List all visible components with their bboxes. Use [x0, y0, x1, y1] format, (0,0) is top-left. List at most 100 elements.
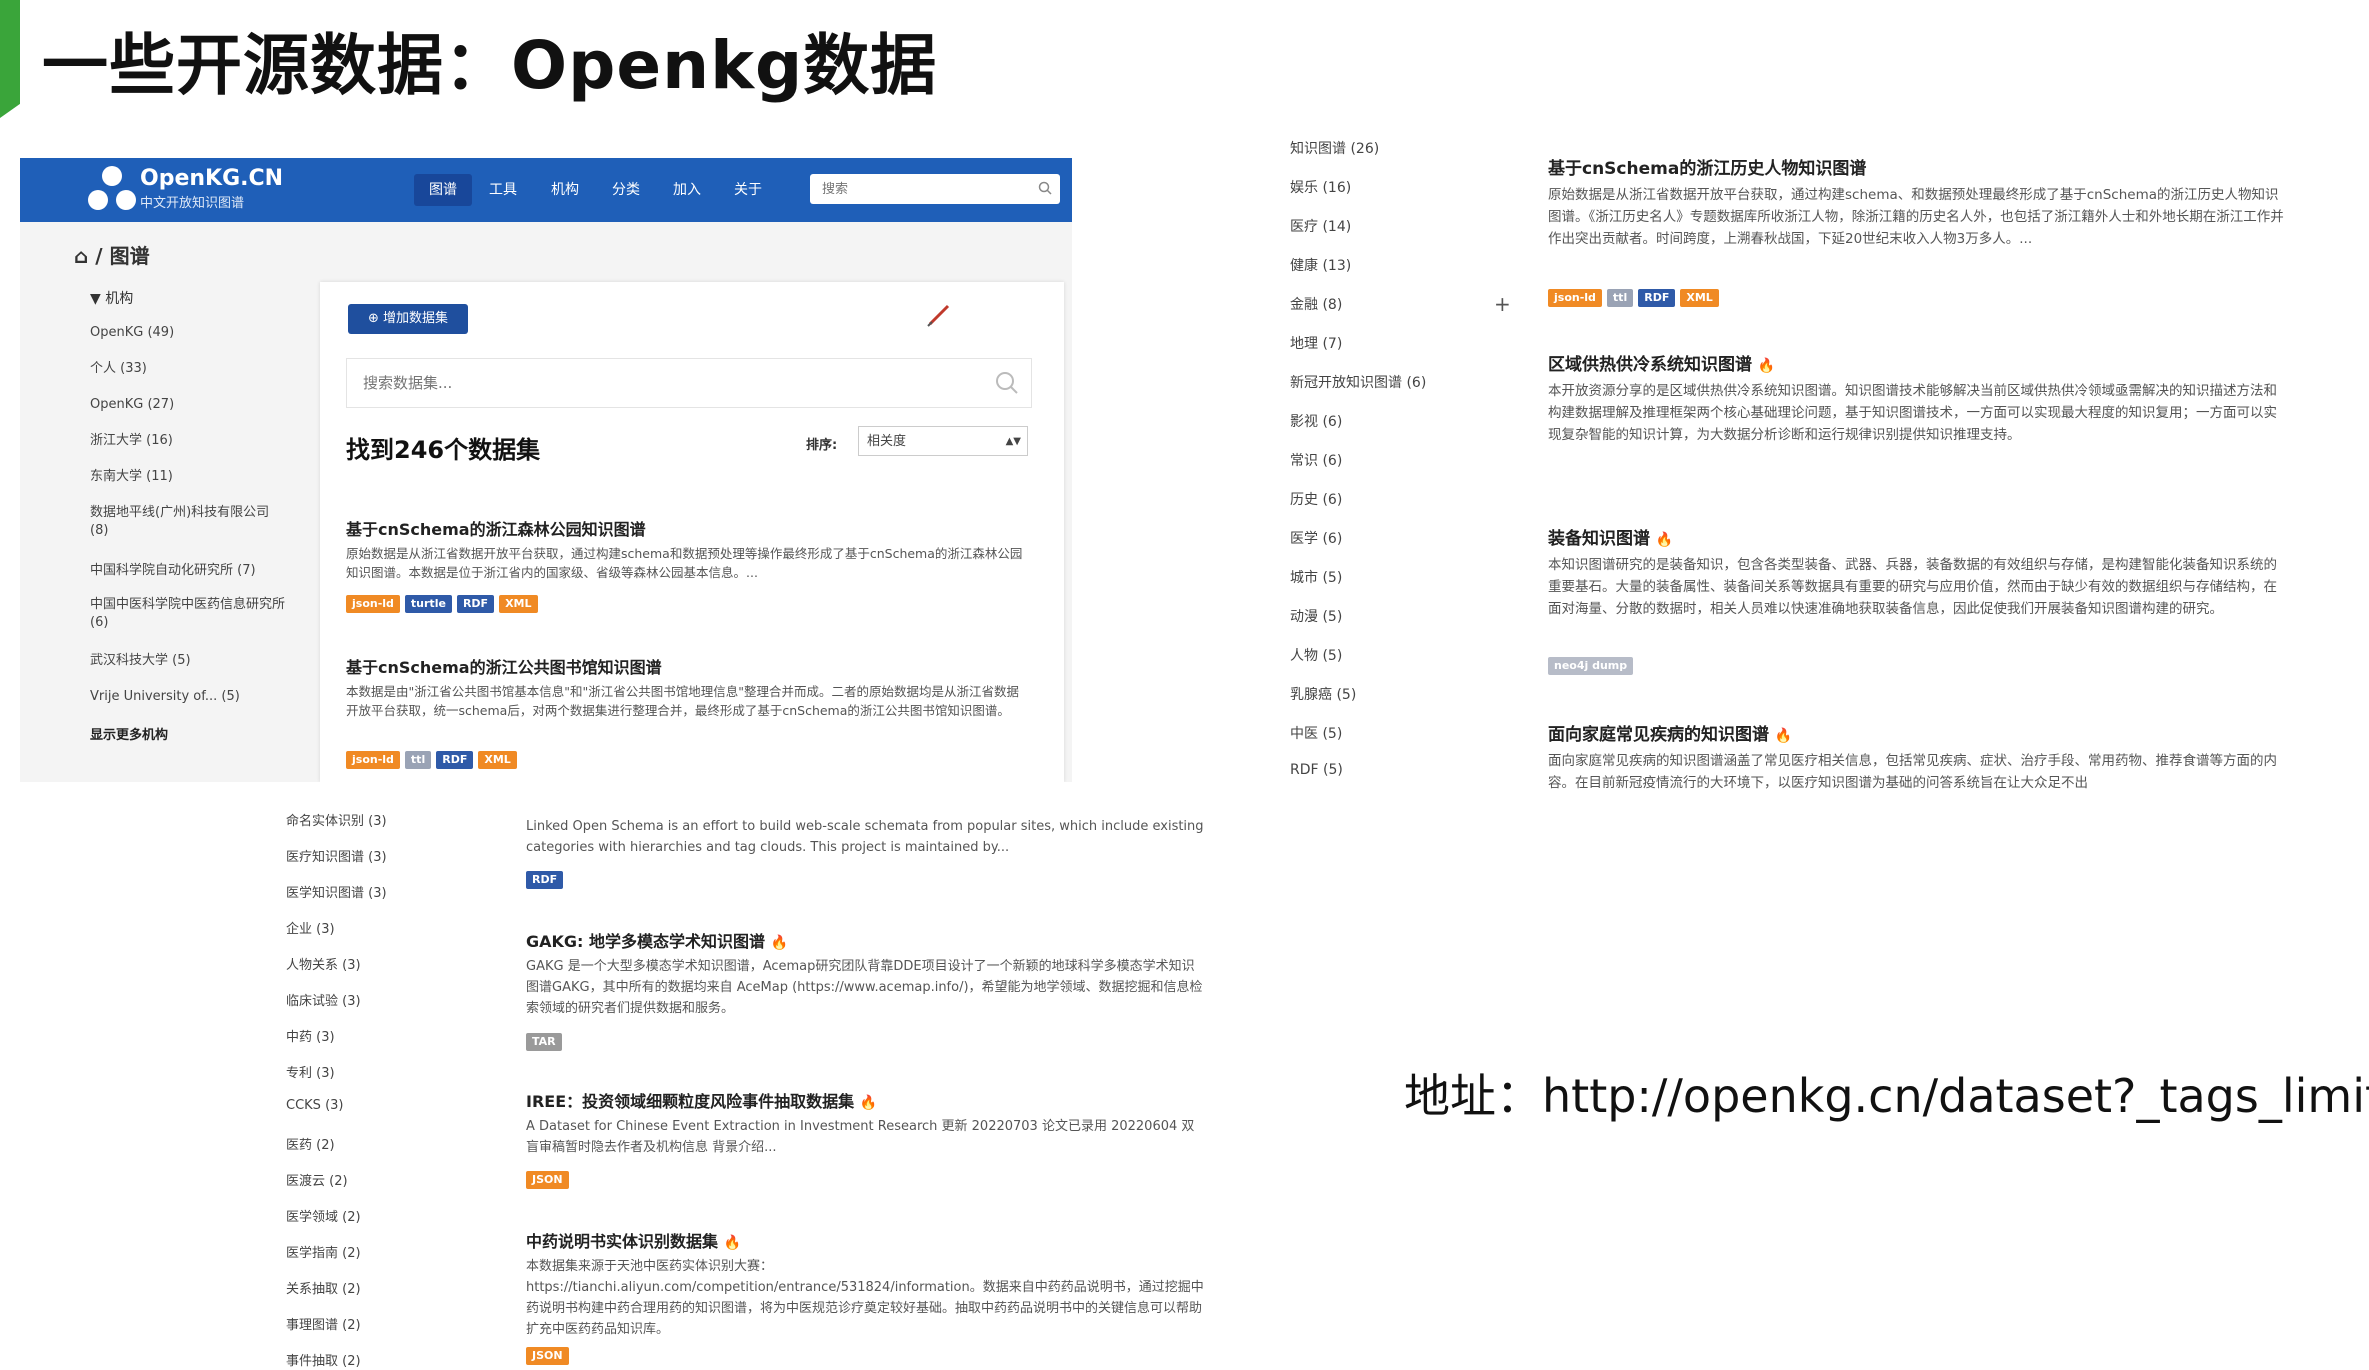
dataset-title: 面向家庭常见疾病的知识图谱	[1548, 725, 1769, 745]
dataset-title-link[interactable]: 基于cnSchema的浙江公共图书馆知识图谱	[346, 654, 662, 678]
org-filter-item[interactable]: 武汉科技大学 (5)	[90, 652, 290, 670]
org-filter-item[interactable]: OpenKG (49)	[90, 324, 290, 342]
nav-search-input[interactable]	[820, 174, 1024, 204]
format-tag[interactable]: JSON	[526, 1347, 569, 1365]
category-filter-item[interactable]: 临床试验 (3)	[286, 990, 361, 1009]
sort-label: 排序:	[806, 438, 838, 453]
category-filter-item[interactable]: 娱乐 (16)	[1290, 177, 1351, 197]
category-filter-item[interactable]: 乳腺癌 (5)	[1290, 684, 1356, 704]
search-icon[interactable]	[995, 371, 1019, 395]
category-filter-item[interactable]: 医疗知识图谱 (3)	[286, 846, 387, 865]
dataset-title-link[interactable]: 装备知识图谱 🔥	[1548, 524, 1673, 549]
category-filter-item[interactable]: 命名实体识别 (3)	[286, 810, 387, 829]
nav-item-orgs[interactable]: 机构	[539, 174, 591, 206]
format-tag[interactable]: neo4j dump	[1548, 657, 1634, 675]
org-filter-item[interactable]: Vrije University of... (5)	[90, 688, 290, 706]
category-filter-item[interactable]: 新冠开放知识图谱 (6)	[1290, 372, 1426, 392]
category-filter-item[interactable]: CCKS (3)	[286, 1098, 343, 1113]
category-filter-item[interactable]: 常识 (6)	[1290, 450, 1342, 470]
category-filter-item[interactable]: 人物 (5)	[1290, 645, 1342, 665]
sort-select[interactable]: 相关度 ▲▼	[858, 426, 1028, 456]
logo-title[interactable]: OpenKG.CN	[140, 166, 283, 191]
category-filter-item[interactable]: 事件抽取 (2)	[286, 1350, 361, 1369]
category-filter-item[interactable]: 金融 (8)	[1290, 294, 1342, 314]
format-tag[interactable]: json-ld	[346, 595, 400, 613]
category-filter-item[interactable]: 企业 (3)	[286, 918, 335, 937]
category-filter-item[interactable]: 地理 (7)	[1290, 333, 1342, 353]
dataset-description: 本数据集来源于天池中医药实体识别大赛：https://tianchi.aliyu…	[526, 1259, 1204, 1337]
category-filter-item[interactable]: 动漫 (5)	[1290, 606, 1342, 626]
format-tag[interactable]: ttl	[1606, 289, 1634, 307]
dataset-title-link[interactable]: 面向家庭常见疾病的知识图谱 🔥	[1548, 720, 1792, 745]
category-filter-item[interactable]: RDF (5)	[1290, 762, 1343, 778]
search-icon[interactable]	[1038, 181, 1052, 195]
category-filter-item[interactable]: 医药 (2)	[286, 1134, 335, 1153]
slide-title: 一些开源数据：Openkg数据	[42, 27, 938, 104]
category-filter-item[interactable]: 医学 (6)	[1290, 528, 1342, 548]
category-filter-item[interactable]: 医学领域 (2)	[286, 1206, 361, 1225]
format-tag[interactable]: RDF	[1638, 289, 1676, 307]
dataset-title-link[interactable]: 区域供热供冷系统知识图谱 🔥	[1548, 350, 1775, 375]
category-filter-item[interactable]: 中医 (5)	[1290, 723, 1342, 743]
org-filter-item[interactable]: 中国中医科学院中医药信息研究所 (6)	[90, 596, 290, 632]
category-filter-item[interactable]: 专利 (3)	[286, 1062, 335, 1081]
org-filter-item[interactable]: 东南大学 (11)	[90, 468, 290, 486]
hot-flame-icon: 🔥	[1655, 532, 1674, 548]
dataset-search-input[interactable]	[361, 359, 965, 407]
category-filter-item[interactable]: 医学知识图谱 (3)	[286, 882, 387, 901]
format-tag[interactable]: XML	[478, 751, 517, 769]
hot-flame-icon: 🔥	[1774, 728, 1793, 744]
hot-flame-icon: 🔥	[859, 1095, 878, 1111]
edit-icon[interactable]	[924, 300, 954, 330]
dataset-title-link[interactable]: 基于cnSchema的浙江历史人物知识图谱	[1548, 154, 1866, 179]
format-tag[interactable]: json-ld	[1548, 289, 1602, 307]
dataset-title-link[interactable]: 中药说明书实体识别数据集 🔥	[526, 1228, 741, 1252]
format-tag[interactable]: ttl	[404, 751, 432, 769]
org-filter-item[interactable]: 中国科学院自动化研究所 (7)	[90, 562, 290, 580]
nav-item-about[interactable]: 关于	[722, 174, 774, 206]
plus-icon[interactable]: +	[1494, 292, 1511, 316]
hot-flame-icon: 🔥	[723, 1235, 742, 1251]
format-tag[interactable]: RDF	[456, 595, 495, 613]
org-filter-item[interactable]: OpenKG (27)	[90, 396, 290, 414]
title-accent-bar	[0, 0, 20, 118]
format-tag[interactable]: RDF	[526, 871, 564, 889]
format-tag[interactable]: XML	[499, 595, 538, 613]
category-filter-item[interactable]: 医渡云 (2)	[286, 1170, 348, 1189]
dataset-description: A Dataset for Chinese Event Extraction i…	[526, 1119, 1195, 1155]
category-filter-item[interactable]: 中药 (3)	[286, 1026, 335, 1045]
format-tag[interactable]: XML	[1680, 289, 1719, 307]
nav-item-join[interactable]: 加入	[661, 174, 713, 206]
format-tag[interactable]: json-ld	[346, 751, 400, 769]
category-filter-item[interactable]: 健康 (13)	[1290, 255, 1351, 275]
category-filter-item[interactable]: 事理图谱 (2)	[286, 1314, 361, 1333]
format-tag[interactable]: RDF	[436, 751, 474, 769]
hot-flame-icon: 🔥	[1757, 358, 1776, 374]
category-filter-item[interactable]: 人物关系 (3)	[286, 954, 361, 973]
nav-search-box[interactable]	[810, 174, 1060, 204]
dataset-title-link[interactable]: IREE：投资领域细颗粒度风险事件抽取数据集 🔥	[526, 1088, 877, 1112]
category-filter-item[interactable]: 医学指南 (2)	[286, 1242, 361, 1261]
add-dataset-button[interactable]: ⊕ 增加数据集	[348, 304, 468, 334]
category-filter-item[interactable]: 历史 (6)	[1290, 489, 1342, 509]
category-filter-item[interactable]: 关系抽取 (2)	[286, 1278, 361, 1297]
format-tag[interactable]: turtle	[404, 595, 452, 613]
format-tag[interactable]: JSON	[526, 1171, 569, 1189]
dataset-title: GAKG: 地学多模态学术知识图谱	[526, 932, 766, 951]
nav-item-tools[interactable]: 工具	[477, 174, 529, 206]
home-icon[interactable]: ⌂	[74, 244, 88, 268]
category-filter-item[interactable]: 城市 (5)	[1290, 567, 1342, 587]
dataset-search-box[interactable]	[346, 358, 1032, 408]
show-more-orgs-link[interactable]: 显示更多机构	[90, 724, 168, 743]
org-filter-item[interactable]: 个人 (33)	[90, 360, 290, 378]
category-filter-item[interactable]: 知识图谱 (26)	[1290, 138, 1379, 158]
dataset-title-link[interactable]: GAKG: 地学多模态学术知识图谱 🔥	[526, 928, 788, 952]
nav-item-graphs[interactable]: 图谱	[414, 174, 472, 206]
category-filter-item[interactable]: 影视 (6)	[1290, 411, 1342, 431]
dataset-title-link[interactable]: 基于cnSchema的浙江森林公园知识图谱	[346, 516, 646, 540]
org-filter-item[interactable]: 浙江大学 (16)	[90, 432, 290, 450]
category-filter-item[interactable]: 医疗 (14)	[1290, 216, 1351, 236]
format-tag[interactable]: TAR	[526, 1033, 562, 1051]
org-filter-item[interactable]: 数据地平线(广州)科技有限公司 (8)	[90, 504, 290, 540]
nav-item-categories[interactable]: 分类	[600, 174, 652, 206]
